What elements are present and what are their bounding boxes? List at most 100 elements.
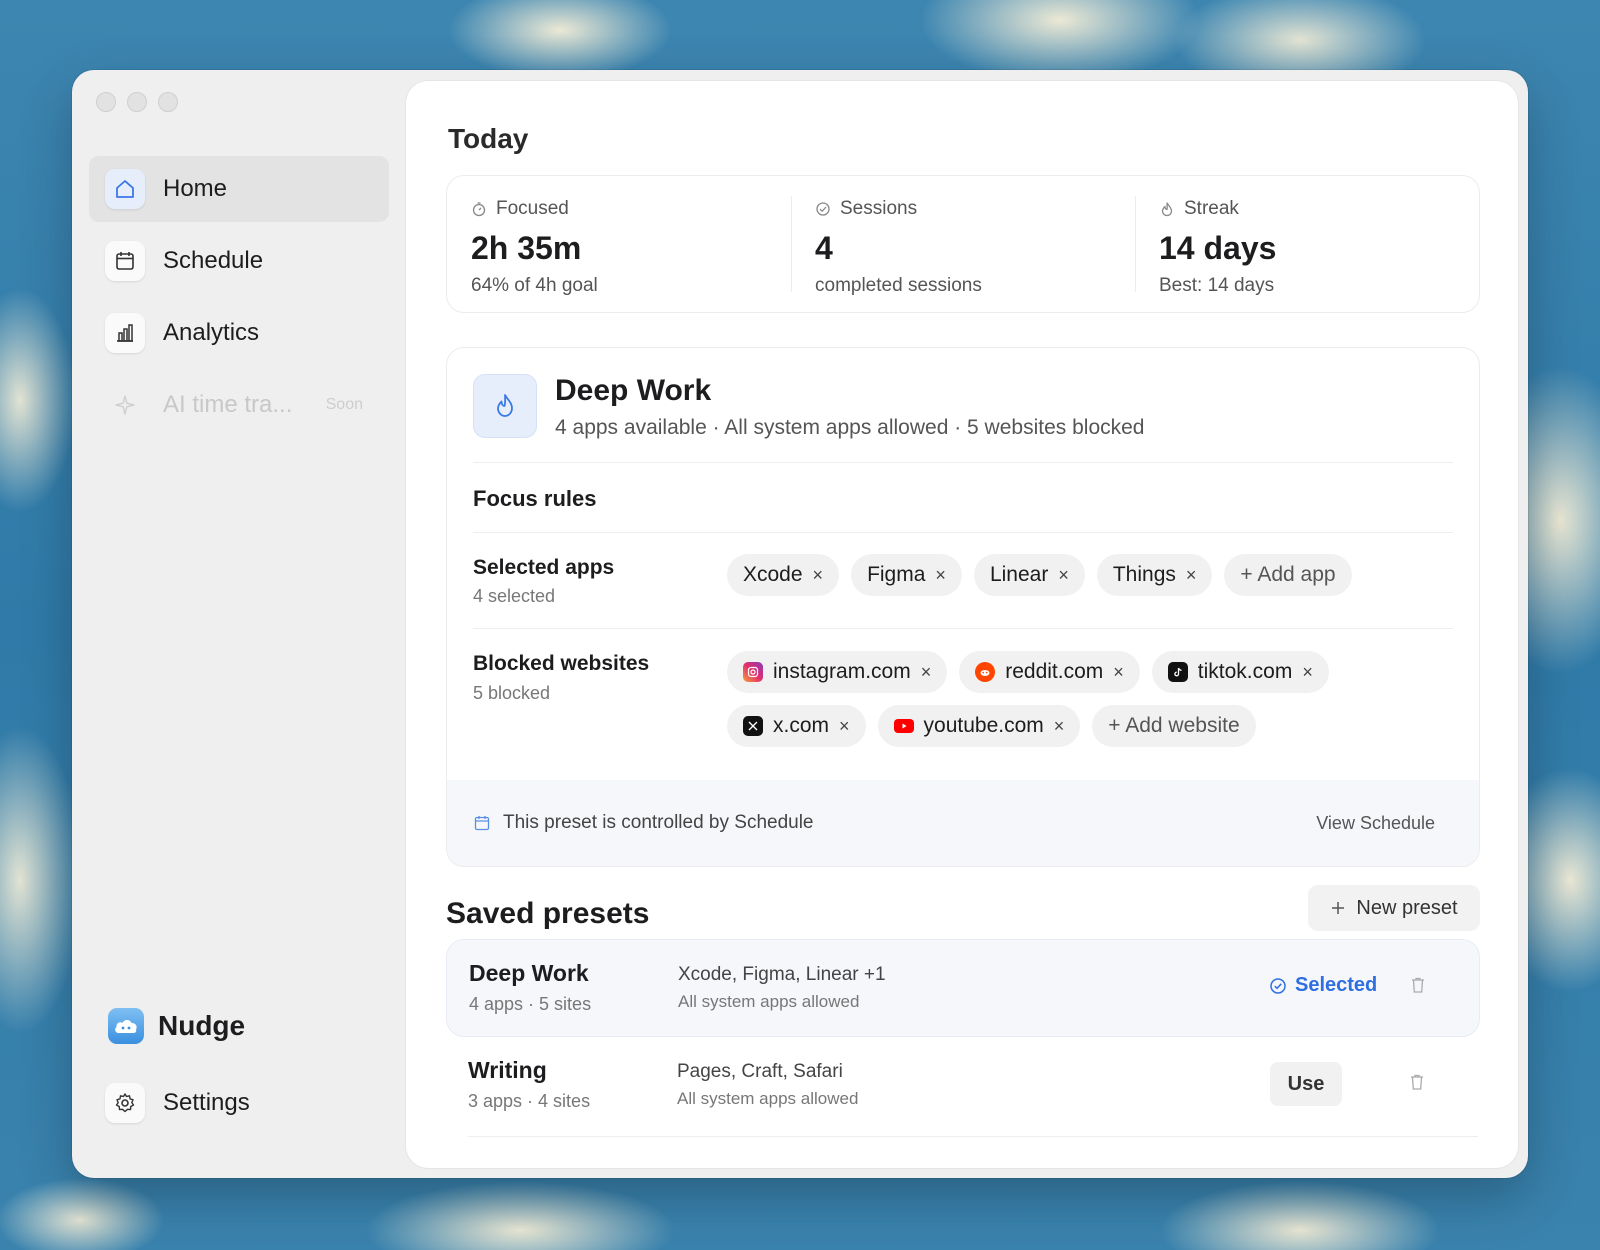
sidebar-item-label: Home bbox=[163, 175, 228, 202]
stat-value: 14 days bbox=[1159, 230, 1277, 266]
calendar-icon bbox=[105, 241, 145, 281]
stat-sub: 64% of 4h goal bbox=[471, 275, 598, 296]
sidebar-item-ai-time-tracking: AI time tra... Soon bbox=[89, 372, 389, 438]
add-website-button[interactable]: + Add website bbox=[1092, 705, 1256, 747]
chip-label: Things bbox=[1112, 563, 1176, 586]
trash-icon[interactable] bbox=[1409, 1073, 1425, 1096]
app-chip: Things × bbox=[1096, 554, 1213, 596]
page-title: Today bbox=[448, 123, 529, 154]
timer-icon bbox=[472, 202, 486, 217]
remove-icon[interactable]: × bbox=[813, 565, 824, 586]
calendar-icon bbox=[474, 816, 490, 831]
website-chip: reddit.com × bbox=[959, 651, 1140, 693]
divider bbox=[473, 532, 1453, 533]
focus-rules-heading: Focus rules bbox=[473, 486, 597, 511]
selected-label: Selected bbox=[1295, 974, 1378, 996]
chip-label: tiktok.com bbox=[1197, 660, 1293, 683]
website-chip: instagram.com × bbox=[727, 651, 948, 693]
selected-apps-count: 4 selected bbox=[473, 586, 556, 606]
remove-icon[interactable]: × bbox=[1113, 662, 1124, 683]
sidebar-item-label: Schedule bbox=[163, 247, 264, 274]
today-stats: Focused 2h 35m 64% of 4h goal Sessions 4… bbox=[446, 175, 1480, 313]
chip-label: Linear bbox=[989, 563, 1049, 586]
new-preset-button[interactable]: New preset bbox=[1308, 885, 1480, 931]
active-preset-card: Deep Work 4 apps available · All system … bbox=[446, 347, 1480, 867]
trash-icon[interactable] bbox=[1410, 976, 1426, 999]
preset-summary: 3 apps · 4 sites bbox=[468, 1091, 591, 1111]
plus-icon bbox=[1332, 902, 1345, 914]
sidebar-item-schedule[interactable]: Schedule bbox=[89, 228, 389, 294]
divider bbox=[468, 1136, 1478, 1137]
remove-icon[interactable]: × bbox=[1054, 716, 1065, 737]
preset-name: Deep Work bbox=[469, 960, 589, 986]
app-chip: Linear × bbox=[973, 554, 1085, 596]
preset-name: Writing bbox=[468, 1057, 547, 1083]
sidebar-item-label: Analytics bbox=[163, 319, 260, 346]
stat-value: 2h 35m bbox=[471, 230, 582, 266]
stat-label: Streak bbox=[1184, 198, 1239, 219]
sparkle-icon bbox=[105, 385, 145, 425]
use-preset-button[interactable]: Use bbox=[1270, 1062, 1342, 1106]
website-chip: tiktok.com × bbox=[1151, 651, 1329, 693]
stat-focused: Focused 2h 35m 64% of 4h goal bbox=[447, 176, 791, 312]
sidebar-item-label: AI time tra... bbox=[163, 391, 293, 418]
add-app-button[interactable]: + Add app bbox=[1224, 554, 1352, 596]
blocked-websites-label: Blocked websites bbox=[473, 652, 650, 675]
remove-icon[interactable]: × bbox=[921, 662, 932, 683]
app-chip: Figma × bbox=[851, 554, 962, 596]
chip-label: Figma bbox=[867, 563, 926, 586]
remove-icon[interactable]: × bbox=[1186, 565, 1197, 586]
preset-apps: Pages, Craft, Safari bbox=[677, 1061, 843, 1082]
remove-icon[interactable]: × bbox=[1058, 565, 1069, 586]
preset-summary: 4 apps · 5 sites bbox=[469, 994, 592, 1014]
stat-sessions: Sessions 4 completed sessions bbox=[791, 176, 1135, 312]
website-chip: youtube.com × bbox=[877, 705, 1081, 747]
chip-label: youtube.com bbox=[923, 714, 1044, 737]
x-logo-icon bbox=[743, 716, 763, 736]
divider bbox=[473, 462, 1453, 463]
soon-badge: Soon bbox=[325, 396, 363, 413]
reddit-icon bbox=[975, 662, 996, 682]
saved-preset-row[interactable]: Deep Work 4 apps · 5 sites Xcode, Figma,… bbox=[446, 939, 1480, 1037]
chip-label: Xcode bbox=[743, 563, 803, 586]
selected-status: Selected bbox=[1269, 974, 1377, 997]
app-chips: Xcode × Figma × Linear × Things × + Add app bbox=[727, 554, 1467, 596]
stat-label: Focused bbox=[496, 198, 569, 219]
brand-name: Nudge bbox=[158, 1010, 246, 1041]
selected-apps-label: Selected apps bbox=[473, 556, 615, 579]
preset-system-apps: All system apps allowed bbox=[677, 1089, 859, 1108]
preset-apps: Xcode, Figma, Linear +1 bbox=[678, 964, 886, 985]
saved-preset-row[interactable]: Writing 3 apps · 4 sites Pages, Craft, S… bbox=[446, 1037, 1480, 1135]
home-icon bbox=[105, 169, 145, 209]
nudge-logo-icon bbox=[108, 1008, 144, 1044]
sidebar-item-analytics[interactable]: Analytics bbox=[89, 300, 389, 366]
new-preset-label: New preset bbox=[1356, 896, 1458, 919]
stat-label: Sessions bbox=[840, 198, 918, 219]
bar-chart-icon bbox=[105, 313, 145, 353]
sidebar-item-label: Settings bbox=[163, 1089, 250, 1116]
sidebar-item-home[interactable]: Home bbox=[89, 156, 389, 222]
view-schedule-button[interactable]: View Schedule bbox=[1316, 813, 1435, 834]
app-window: Home Schedule Analytics AI time tra... S… bbox=[72, 70, 1528, 1178]
main-content: Today Focused 2h 35m 64% of 4h goal Sess… bbox=[406, 81, 1518, 1168]
youtube-icon bbox=[893, 719, 914, 733]
instagram-icon bbox=[743, 662, 763, 682]
saved-presets-heading: Saved presets bbox=[446, 897, 650, 930]
stat-sub: completed sessions bbox=[815, 275, 982, 296]
schedule-note-text: This preset is controlled by Schedule bbox=[503, 812, 814, 833]
schedule-control-note: This preset is controlled by Schedule Vi… bbox=[447, 780, 1479, 866]
remove-icon[interactable]: × bbox=[935, 565, 946, 586]
chip-label: x.com bbox=[773, 714, 830, 737]
preset-description: 4 apps available · All system apps allow… bbox=[555, 416, 1145, 439]
preset-system-apps: All system apps allowed bbox=[678, 992, 860, 1011]
check-circle-icon bbox=[816, 202, 830, 216]
stat-value: 4 bbox=[815, 230, 833, 266]
tiktok-icon bbox=[1167, 662, 1188, 682]
website-chips: instagram.com × reddit.com × tiktok.com × x… bbox=[727, 651, 1467, 747]
remove-icon[interactable]: × bbox=[839, 716, 850, 737]
flame-icon bbox=[473, 374, 537, 438]
remove-icon[interactable]: × bbox=[1302, 662, 1313, 683]
app-chip: Xcode × bbox=[727, 554, 840, 596]
sidebar: Home Schedule Analytics AI time tra... S… bbox=[72, 70, 400, 1178]
sidebar-item-settings[interactable]: Settings bbox=[89, 1070, 389, 1136]
